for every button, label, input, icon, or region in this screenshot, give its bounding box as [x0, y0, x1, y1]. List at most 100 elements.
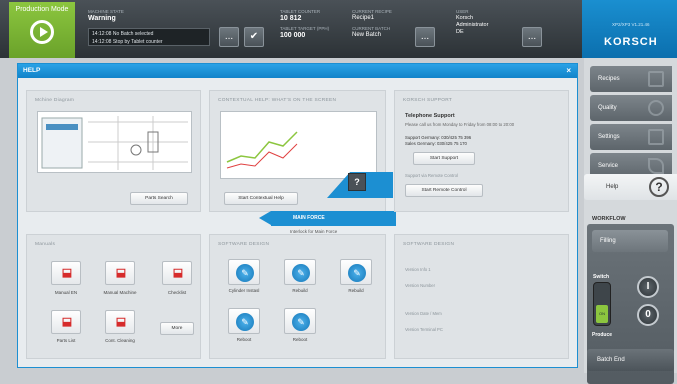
contextual-preview-image [226, 131, 298, 169]
settings-icon [648, 129, 664, 145]
card-title: Mchine Diagram [35, 98, 75, 103]
parts-list-tile[interactable]: ⬓ [51, 310, 81, 334]
nav-help[interactable]: Help ? [584, 174, 677, 200]
recipes-icon [648, 71, 664, 87]
wrench-icon [648, 158, 664, 174]
production-mode-button[interactable]: Production Mode [9, 2, 75, 58]
cylinder-install-label: Cylinder Instasl [228, 288, 260, 293]
reboot-2-tile[interactable]: ✎ [284, 308, 316, 334]
reboot-2-label: Reboot [292, 337, 308, 342]
support-hours: Please call us from Monday to Friday fro… [405, 122, 515, 127]
batch-key: CURRENT BATCH [352, 26, 391, 31]
wrench-icon: ✎ [292, 264, 310, 282]
nav-label: Settings [598, 134, 620, 140]
rebuild-label: Rebuild [292, 288, 308, 293]
pdf-icon: ⬓ [61, 267, 73, 279]
wrench-icon: ✎ [348, 264, 366, 282]
message-box[interactable]: 14:12:08 No Batch selected 14:12:08 Stop… [88, 28, 210, 46]
close-icon[interactable]: × [566, 64, 571, 78]
right-navigation-rail: Recipes Quality Settings Service Help ? … [584, 58, 677, 384]
question-icon: ? [348, 173, 366, 191]
brand-panel: XP2/XP3 V1.21.46 KORSCH [582, 0, 677, 58]
main-force-callout: MAIN FORCE [259, 211, 396, 226]
filling-label: Filling [600, 238, 616, 244]
nav-recipes[interactable]: Recipes [590, 66, 672, 92]
top-status-bar: Production Mode MACHINE STATE Warning 14… [0, 0, 677, 58]
user-key: USER [456, 9, 469, 14]
version-terminal-line: Version Terminal PC [405, 327, 443, 332]
reboot-label: Reboot [236, 337, 252, 342]
tablet-target-key: TABLET TARGET (PPH) [280, 26, 330, 31]
pdf-icon: ⬓ [172, 267, 184, 279]
start-button[interactable]: I [637, 276, 659, 298]
sales-phone: Sales Germany: 030/425 75 170 [405, 141, 467, 146]
start-remote-control-button[interactable]: Start Remote Control [405, 184, 483, 197]
manual-machine-tile[interactable]: ⬓ [105, 261, 135, 285]
recipe-batch: CURRENT RECIPE Recipe1 CURRENT BATCH New… [352, 8, 408, 39]
batch-end-button[interactable]: Batch End [587, 349, 674, 371]
recipe-more-button[interactable]: ... [415, 27, 435, 47]
user-name: Korsch [456, 15, 474, 21]
start-contextual-help-button[interactable]: Start Contextual Help [224, 192, 298, 205]
tablet-counter-key: TABLET COUNTER [280, 9, 321, 14]
support-heading: Telephone Support [405, 113, 455, 119]
tablet-counter: TABLET COUNTER 10 812 TABLET TARGET (PPH… [280, 8, 342, 39]
filling-button[interactable]: Filling [592, 230, 668, 252]
checklist-label: Checklist [167, 290, 187, 295]
rebuild-2-label: Rebuild [348, 288, 364, 293]
card-title: Manuals [35, 242, 56, 247]
recipe-value: Recipe1 [352, 15, 375, 21]
machine-state-value: Warning [88, 15, 116, 22]
nav-label: Help [606, 184, 619, 190]
machine-switch[interactable]: ON [593, 282, 611, 326]
stop-button[interactable]: 0 [637, 304, 659, 326]
remote-caption: Support via Remote Control [405, 173, 459, 178]
pdf-icon: ⬓ [115, 316, 127, 328]
switch-label: Switch [593, 274, 610, 280]
checklist-tile[interactable]: ⬓ [162, 261, 192, 285]
workflow-title: WORKFLOW [592, 216, 626, 222]
user-more-button[interactable]: ... [522, 27, 542, 47]
wrench-icon: ✎ [292, 313, 310, 331]
batch-end-label: Batch End [597, 357, 625, 363]
nav-quality[interactable]: Quality [590, 95, 672, 121]
version-info-line: Version Info 1 [405, 267, 431, 272]
software-version: XP2/XP3 V1.21.46 [612, 22, 650, 27]
manual-machine-label: Manual Machine [103, 290, 137, 295]
wrench-icon: ✎ [236, 264, 254, 282]
manual-en-tile[interactable]: ⬓ [51, 261, 81, 285]
pdf-icon: ⬓ [61, 316, 73, 328]
manual-en-label: Manual EN [54, 290, 78, 295]
mode-label: Production Mode [15, 6, 69, 13]
software-design-card: SOFTWARE DESIGN ✎ Cylinder Instasl ✎ Reb… [209, 234, 386, 359]
help-title: HELP [23, 67, 41, 74]
nav-label: Service [598, 163, 619, 169]
more-manuals-button[interactable]: More [160, 322, 194, 335]
start-support-button[interactable]: Start Support [413, 152, 475, 165]
diagram-image [41, 116, 188, 170]
cont-cleaning-tile[interactable]: ⬓ [105, 310, 135, 334]
acknowledge-button[interactable]: ✔ [244, 27, 264, 47]
rebuild-tile[interactable]: ✎ [284, 259, 316, 285]
cont-cleaning-label: Cont. Cleaning [105, 338, 135, 343]
cylinder-install-tile[interactable]: ✎ [228, 259, 260, 285]
user-language: DE [456, 29, 464, 35]
parts-search-button[interactable]: Parts Search [130, 192, 188, 205]
contextual-help-thumbnail[interactable] [220, 111, 377, 179]
help-icon: ? [649, 177, 669, 197]
machine-state: MACHINE STATE Warning [88, 8, 208, 22]
rebuild-2-tile[interactable]: ✎ [340, 259, 372, 285]
nav-settings[interactable]: Settings [590, 124, 672, 150]
more-messages-button[interactable]: ... [219, 27, 239, 47]
support-card: KORSCH SUPPORT Telephone Support Please … [394, 90, 569, 212]
machine-diagram-thumbnail[interactable] [37, 111, 192, 173]
software-info-card: SOFTWARE DESIGN Version Info 1 Version N… [394, 234, 569, 359]
message-line: 14:12:08 Stop by Tablet counter [92, 39, 163, 45]
parts-list-label: Parts List [56, 338, 76, 343]
tablet-counter-value: 10 812 [280, 15, 302, 22]
pdf-icon: ⬓ [115, 267, 127, 279]
reboot-tile[interactable]: ✎ [228, 308, 260, 334]
tablet-target-value: 100 000 [280, 32, 306, 39]
quality-icon [648, 100, 664, 116]
nav-label: Quality [598, 105, 617, 111]
